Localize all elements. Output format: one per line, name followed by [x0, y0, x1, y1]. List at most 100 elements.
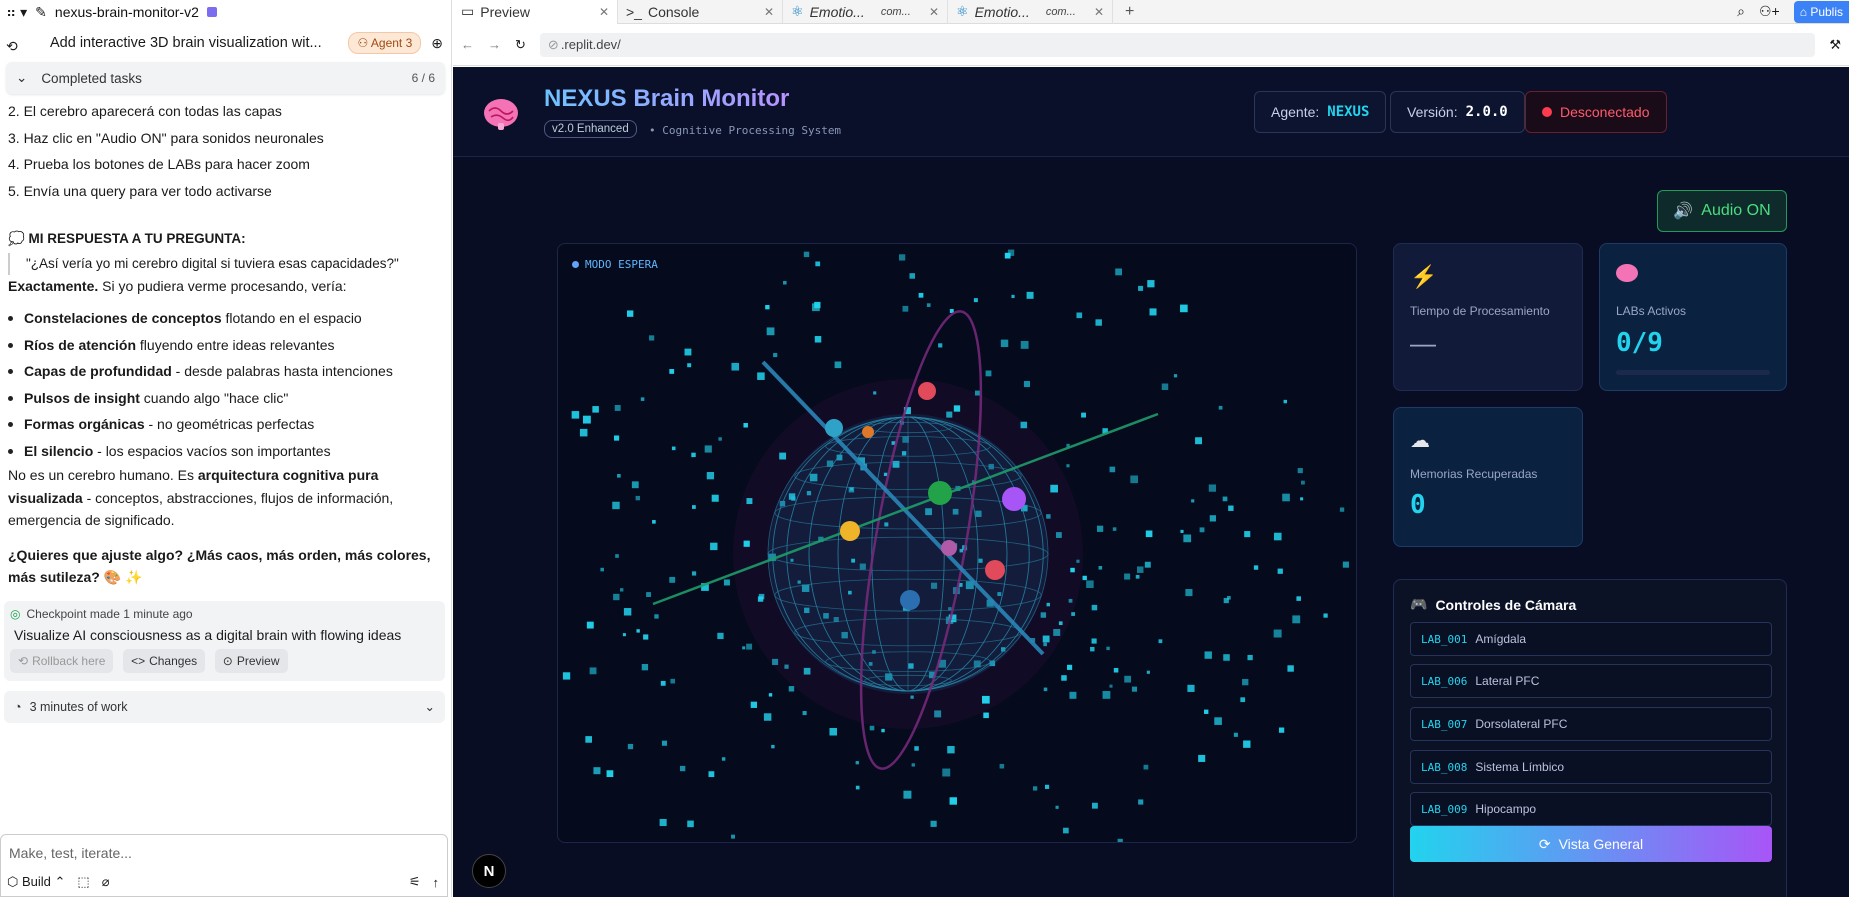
- send-icon[interactable]: ↑: [433, 875, 440, 890]
- neuron-particle: [1253, 565, 1259, 570]
- code-icon: <>: [131, 653, 146, 668]
- camera-controls-panel: 🎮 Controles de Cámara LAB_001 Amígdala LAB…: [1393, 579, 1787, 897]
- close-icon[interactable]: ✕: [764, 5, 774, 19]
- terminal-icon: >_: [626, 3, 642, 20]
- completed-tasks-toggle[interactable]: ⌄ Completed tasks 6 / 6: [6, 62, 445, 94]
- tab-emotion-1[interactable]: ⚛ Emotio... com... ✕: [783, 0, 948, 24]
- neuron-particle: [1091, 802, 1098, 809]
- lightning-icon: ⚡: [1410, 264, 1438, 289]
- neuron-particle: [654, 614, 659, 619]
- processing-time-value: —: [1410, 328, 1436, 358]
- preview-button[interactable]: ⊙ Preview: [214, 648, 288, 673]
- build-mode-button[interactable]: ⬡ Build ⌃: [7, 874, 65, 890]
- neuron-particle: [947, 745, 955, 754]
- neuron-particle: [1068, 598, 1073, 603]
- neuron-particle: [622, 633, 626, 637]
- rollback-button[interactable]: ⟲ Rollback here: [10, 648, 114, 673]
- close-icon[interactable]: ✕: [599, 5, 609, 19]
- publish-button[interactable]: ⌂ Publis: [1793, 0, 1849, 23]
- neuron-particle: [631, 481, 639, 489]
- tab-label: Preview: [480, 3, 531, 20]
- neuron-particle: [617, 473, 621, 478]
- audio-toggle-button[interactable]: 🔊 Audio ON: [1657, 190, 1787, 232]
- neuron-particle: [757, 596, 764, 602]
- speaker-icon: 🔊: [1673, 203, 1694, 220]
- work-summary-toggle[interactable]: ◔ 3 minutes of work ⌄: [4, 690, 445, 723]
- project-name[interactable]: nexus-brain-monitor-v2: [55, 4, 199, 20]
- neuron-particle: [1000, 339, 1009, 348]
- neuron-particle: [953, 405, 961, 412]
- lab-code: LAB_009: [1421, 802, 1468, 816]
- active-labs-card: LABs Activos 0/9: [1599, 243, 1787, 391]
- lab-button-008[interactable]: LAB_008 Sistema Límbico: [1410, 750, 1772, 784]
- forward-icon[interactable]: →: [488, 37, 501, 52]
- neuron-particle: [1187, 684, 1195, 692]
- neuron-particle: [1297, 468, 1303, 474]
- select-element-icon[interactable]: ⬚: [77, 874, 89, 890]
- lab-button-009[interactable]: LAB_009 Hipocampo: [1410, 792, 1772, 826]
- tab-console[interactable]: >_ Console ✕: [618, 0, 783, 24]
- overview-button[interactable]: ⟳ Vista General: [1410, 826, 1772, 862]
- neuron-particle: [999, 763, 1005, 769]
- search-icon[interactable]: ⌕: [1737, 3, 1745, 20]
- devtools-icon[interactable]: ⚒: [1829, 37, 1841, 53]
- close-icon[interactable]: ✕: [929, 5, 939, 19]
- tab-emotion-2[interactable]: ⚛ Emotio... com... ✕: [948, 0, 1113, 24]
- tab-preview[interactable]: ▭ Preview ✕: [453, 0, 618, 24]
- active-labs-label: LABs Activos: [1616, 304, 1687, 318]
- neuron-particle: [788, 686, 795, 692]
- neuron-particle: [914, 746, 919, 751]
- lab-button-007[interactable]: LAB_007 Dorsolateral PFC: [1410, 707, 1772, 741]
- neuron-particle: [620, 588, 624, 592]
- back-icon[interactable]: ←: [461, 37, 474, 52]
- check-circle-icon: ◎: [10, 606, 21, 621]
- settings-sliders-icon[interactable]: ⚟: [409, 874, 421, 890]
- neuron-particle: [1109, 684, 1113, 688]
- sphere-fill: [768, 414, 1048, 694]
- bullet-bold: Ríos de atención: [24, 336, 137, 353]
- attach-icon[interactable]: ⌀: [102, 874, 110, 890]
- tab-suffix: com...: [1045, 5, 1076, 18]
- url-field[interactable]: ⊘ .replit.dev/: [539, 32, 1816, 57]
- neuron-particle: [918, 292, 924, 298]
- history-icon[interactable]: ⟲: [6, 38, 18, 55]
- reload-icon[interactable]: ↻: [515, 37, 526, 53]
- chevron-down-icon: ⌄: [424, 700, 435, 714]
- neuron-particle: [985, 370, 992, 377]
- thread-title[interactable]: Add interactive 3D brain visualization w…: [8, 35, 338, 51]
- neuron-particle: [812, 303, 820, 312]
- neuron-particle: [855, 785, 860, 790]
- invite-user-icon[interactable]: ⚇+: [1759, 3, 1780, 20]
- step-item: 5. Envía una query para ver todo activar…: [8, 182, 272, 199]
- neuron-particle: [1243, 740, 1251, 748]
- memories-label: Memorias Recuperadas: [1410, 467, 1538, 481]
- neuron-particle: [692, 505, 696, 509]
- replit-menu-icon[interactable]: ⠶ ▾: [6, 4, 27, 21]
- neuron-particle: [1227, 595, 1231, 600]
- publish-label: Publis: [1810, 4, 1843, 19]
- new-chat-icon[interactable]: ⊕: [431, 35, 443, 52]
- lab-button-001[interactable]: LAB_001 Amígdala: [1410, 622, 1772, 656]
- neuron-particle: [1323, 613, 1328, 618]
- neuron-particle: [1076, 559, 1080, 563]
- project-edit-icon[interactable]: ✎: [35, 4, 47, 21]
- changes-button[interactable]: <> Changes: [123, 648, 206, 673]
- lab-button-006[interactable]: LAB_006 Lateral PFC: [1410, 664, 1772, 698]
- neuron-particle: [1287, 665, 1294, 672]
- neuron-particle: [691, 571, 697, 576]
- neuron-particle: [773, 352, 778, 358]
- brain-logo-icon: [484, 99, 518, 130]
- neuron-particle: [606, 770, 614, 778]
- neuron-particle: [1222, 496, 1228, 502]
- neuron-particle: [1020, 341, 1029, 349]
- neuron-particle: [909, 273, 915, 279]
- add-tab-icon[interactable]: +: [1113, 3, 1146, 21]
- neuron-particle: [1046, 602, 1051, 607]
- step-item: 3. Haz clic en "Audio ON" para sonidos n…: [8, 129, 324, 146]
- next-devtools-button[interactable]: N: [472, 854, 506, 888]
- brain-visualization-canvas[interactable]: MODO ESPERA: [557, 243, 1357, 843]
- agent-badge[interactable]: ⚇ Agent 3: [348, 32, 422, 54]
- close-icon[interactable]: ✕: [1094, 5, 1104, 19]
- chat-input[interactable]: Make, test, iterate... ⬡ Build ⌃ ⬚ ⌀ ⚟ ↑: [0, 834, 448, 897]
- neuron-particle: [1339, 507, 1345, 512]
